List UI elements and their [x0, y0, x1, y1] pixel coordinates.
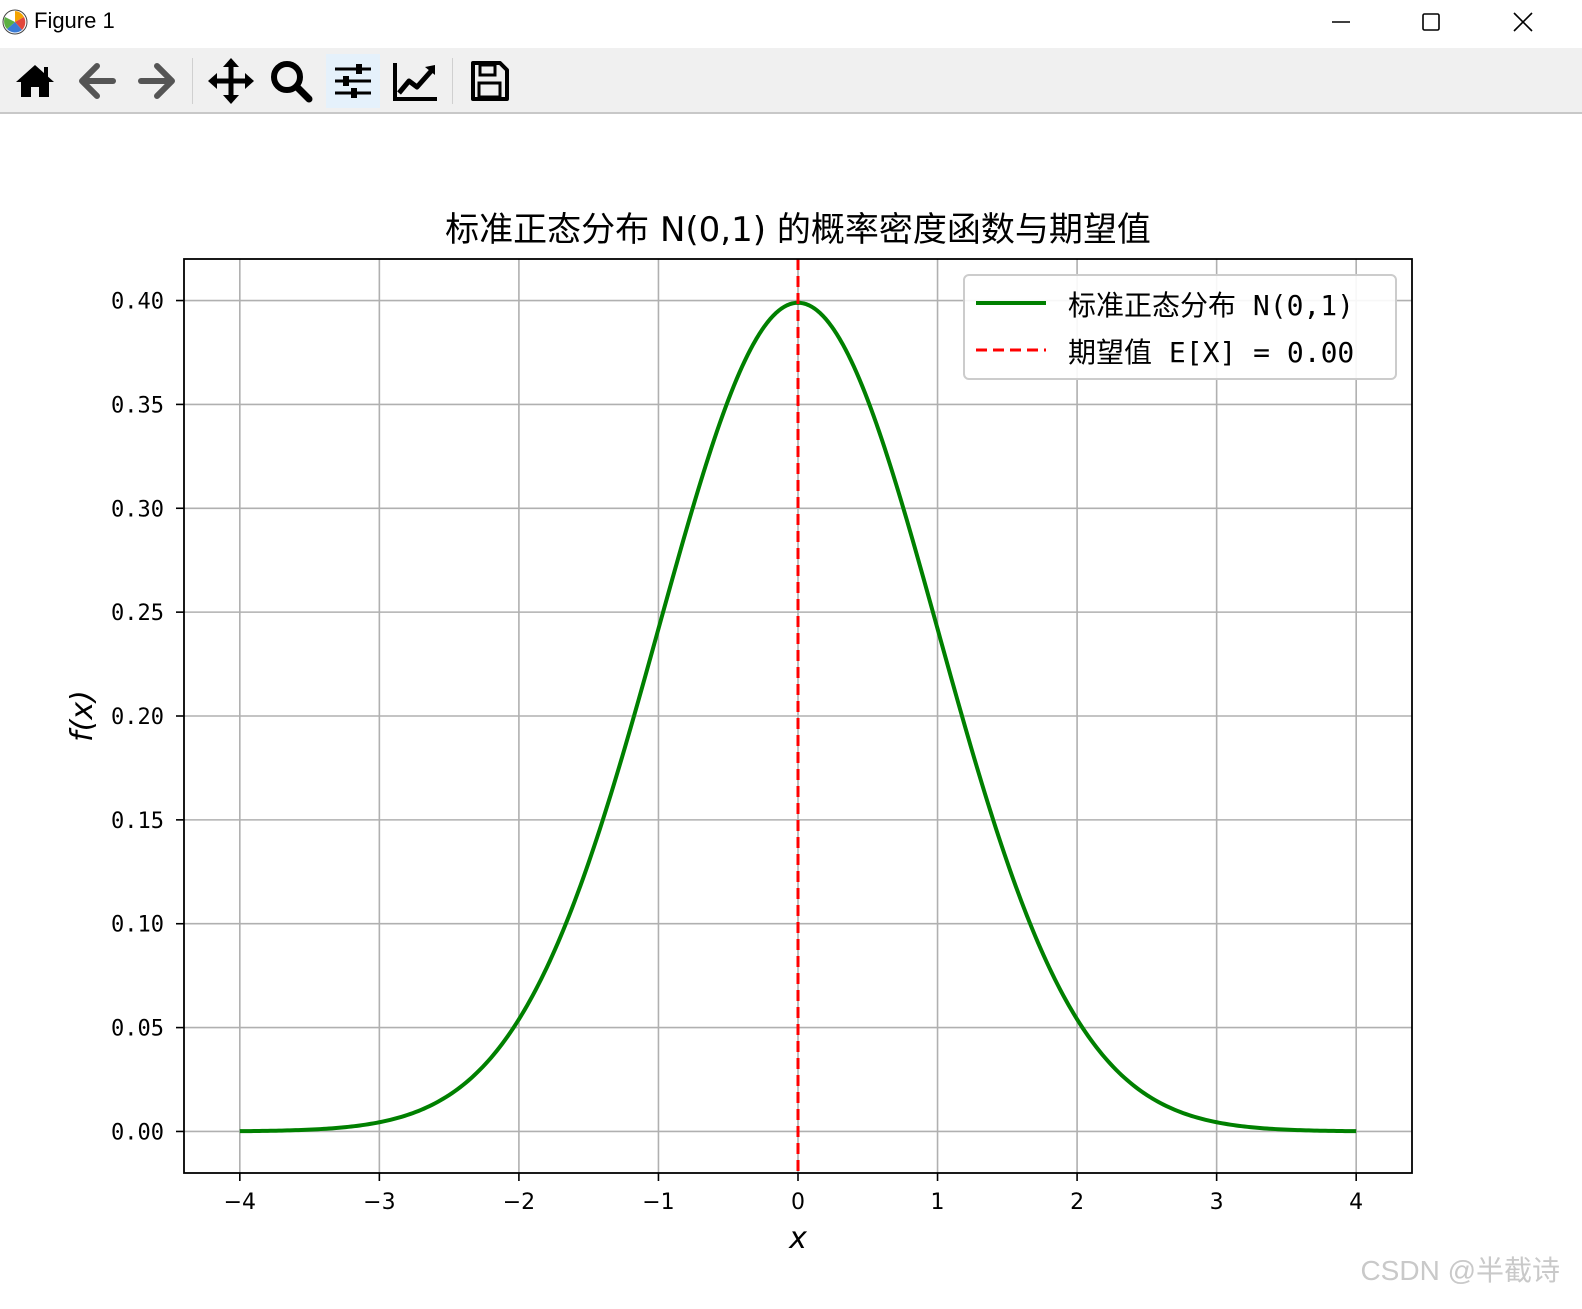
- y-tick-label: 0.20: [111, 705, 164, 730]
- back-arrow-icon: [79, 63, 116, 99]
- x-tick-label: 1: [931, 1190, 945, 1215]
- pan-button[interactable]: [204, 54, 258, 108]
- y-tick-label: 0.05: [111, 1017, 164, 1042]
- save-button[interactable]: [462, 54, 516, 108]
- x-tick-label: −3: [363, 1190, 395, 1215]
- toolbar-separator: [192, 58, 193, 104]
- navigation-toolbar: [0, 48, 1582, 114]
- minimize-icon: [1332, 21, 1350, 23]
- toolbar-separator: [452, 58, 453, 104]
- customize-axes-button[interactable]: [388, 54, 442, 108]
- y-tick-label: 0.40: [111, 290, 164, 315]
- save-floppy-icon: [471, 61, 509, 101]
- y-tick-label: 0.10: [111, 913, 164, 938]
- legend: 标准正态分布 N(0,1) 期望值 E[X] = 0.00: [963, 274, 1397, 380]
- maximize-icon: [1422, 13, 1440, 31]
- x-tick-label: 2: [1070, 1190, 1084, 1215]
- y-axis-label: f(x): [65, 690, 100, 742]
- x-axis-label: x: [788, 1221, 807, 1256]
- maximize-button[interactable]: [1386, 0, 1476, 44]
- x-tick-label: −1: [642, 1190, 674, 1215]
- x-tick-label: 4: [1349, 1190, 1363, 1215]
- close-button[interactable]: [1478, 0, 1568, 44]
- window-title: Figure 1: [34, 8, 115, 33]
- back-button[interactable]: [70, 54, 124, 108]
- y-tick-label: 0.35: [111, 393, 164, 418]
- close-icon: [1513, 12, 1533, 32]
- minimize-button[interactable]: [1296, 0, 1386, 44]
- chart-title: 标准正态分布 N(0,1) 的概率密度函数与期望值: [445, 210, 1151, 250]
- zoom-magnifier-icon: [271, 61, 313, 103]
- window-titlebar: Figure 1: [0, 0, 1582, 48]
- watermark: CSDN @半截诗: [1360, 1255, 1560, 1286]
- x-tick-label: 3: [1210, 1190, 1224, 1215]
- x-tick-label: −2: [503, 1190, 535, 1215]
- y-tick-label: 0.15: [111, 809, 164, 834]
- configure-subplots-button[interactable]: [326, 54, 380, 108]
- matplotlib-app-icon: [2, 9, 28, 35]
- x-tick-label: 0: [791, 1190, 805, 1215]
- home-icon: [16, 65, 54, 97]
- edit-axis-icon: [393, 63, 437, 101]
- y-tick-label: 0.00: [111, 1120, 164, 1145]
- legend-label-pdf: 标准正态分布 N(0,1): [1068, 289, 1354, 322]
- pan-move-icon: [208, 58, 254, 104]
- zoom-button[interactable]: [264, 54, 318, 108]
- y-tick-label: 0.30: [111, 497, 164, 522]
- configure-subplots-icon: [335, 64, 371, 98]
- forward-arrow-icon: [138, 63, 175, 99]
- forward-button[interactable]: [130, 54, 184, 108]
- x-tick-label: −4: [224, 1190, 256, 1215]
- home-button[interactable]: [8, 54, 62, 108]
- figure-canvas: 标准正态分布 N(0,1) 的概率密度函数与期望值 −4 −3 −2 −1 0 1 2 3 4 0…: [0, 114, 1582, 1309]
- y-tick-label: 0.25: [111, 601, 164, 626]
- legend-label-expectation: 期望值 E[X] = 0.00: [1068, 336, 1354, 369]
